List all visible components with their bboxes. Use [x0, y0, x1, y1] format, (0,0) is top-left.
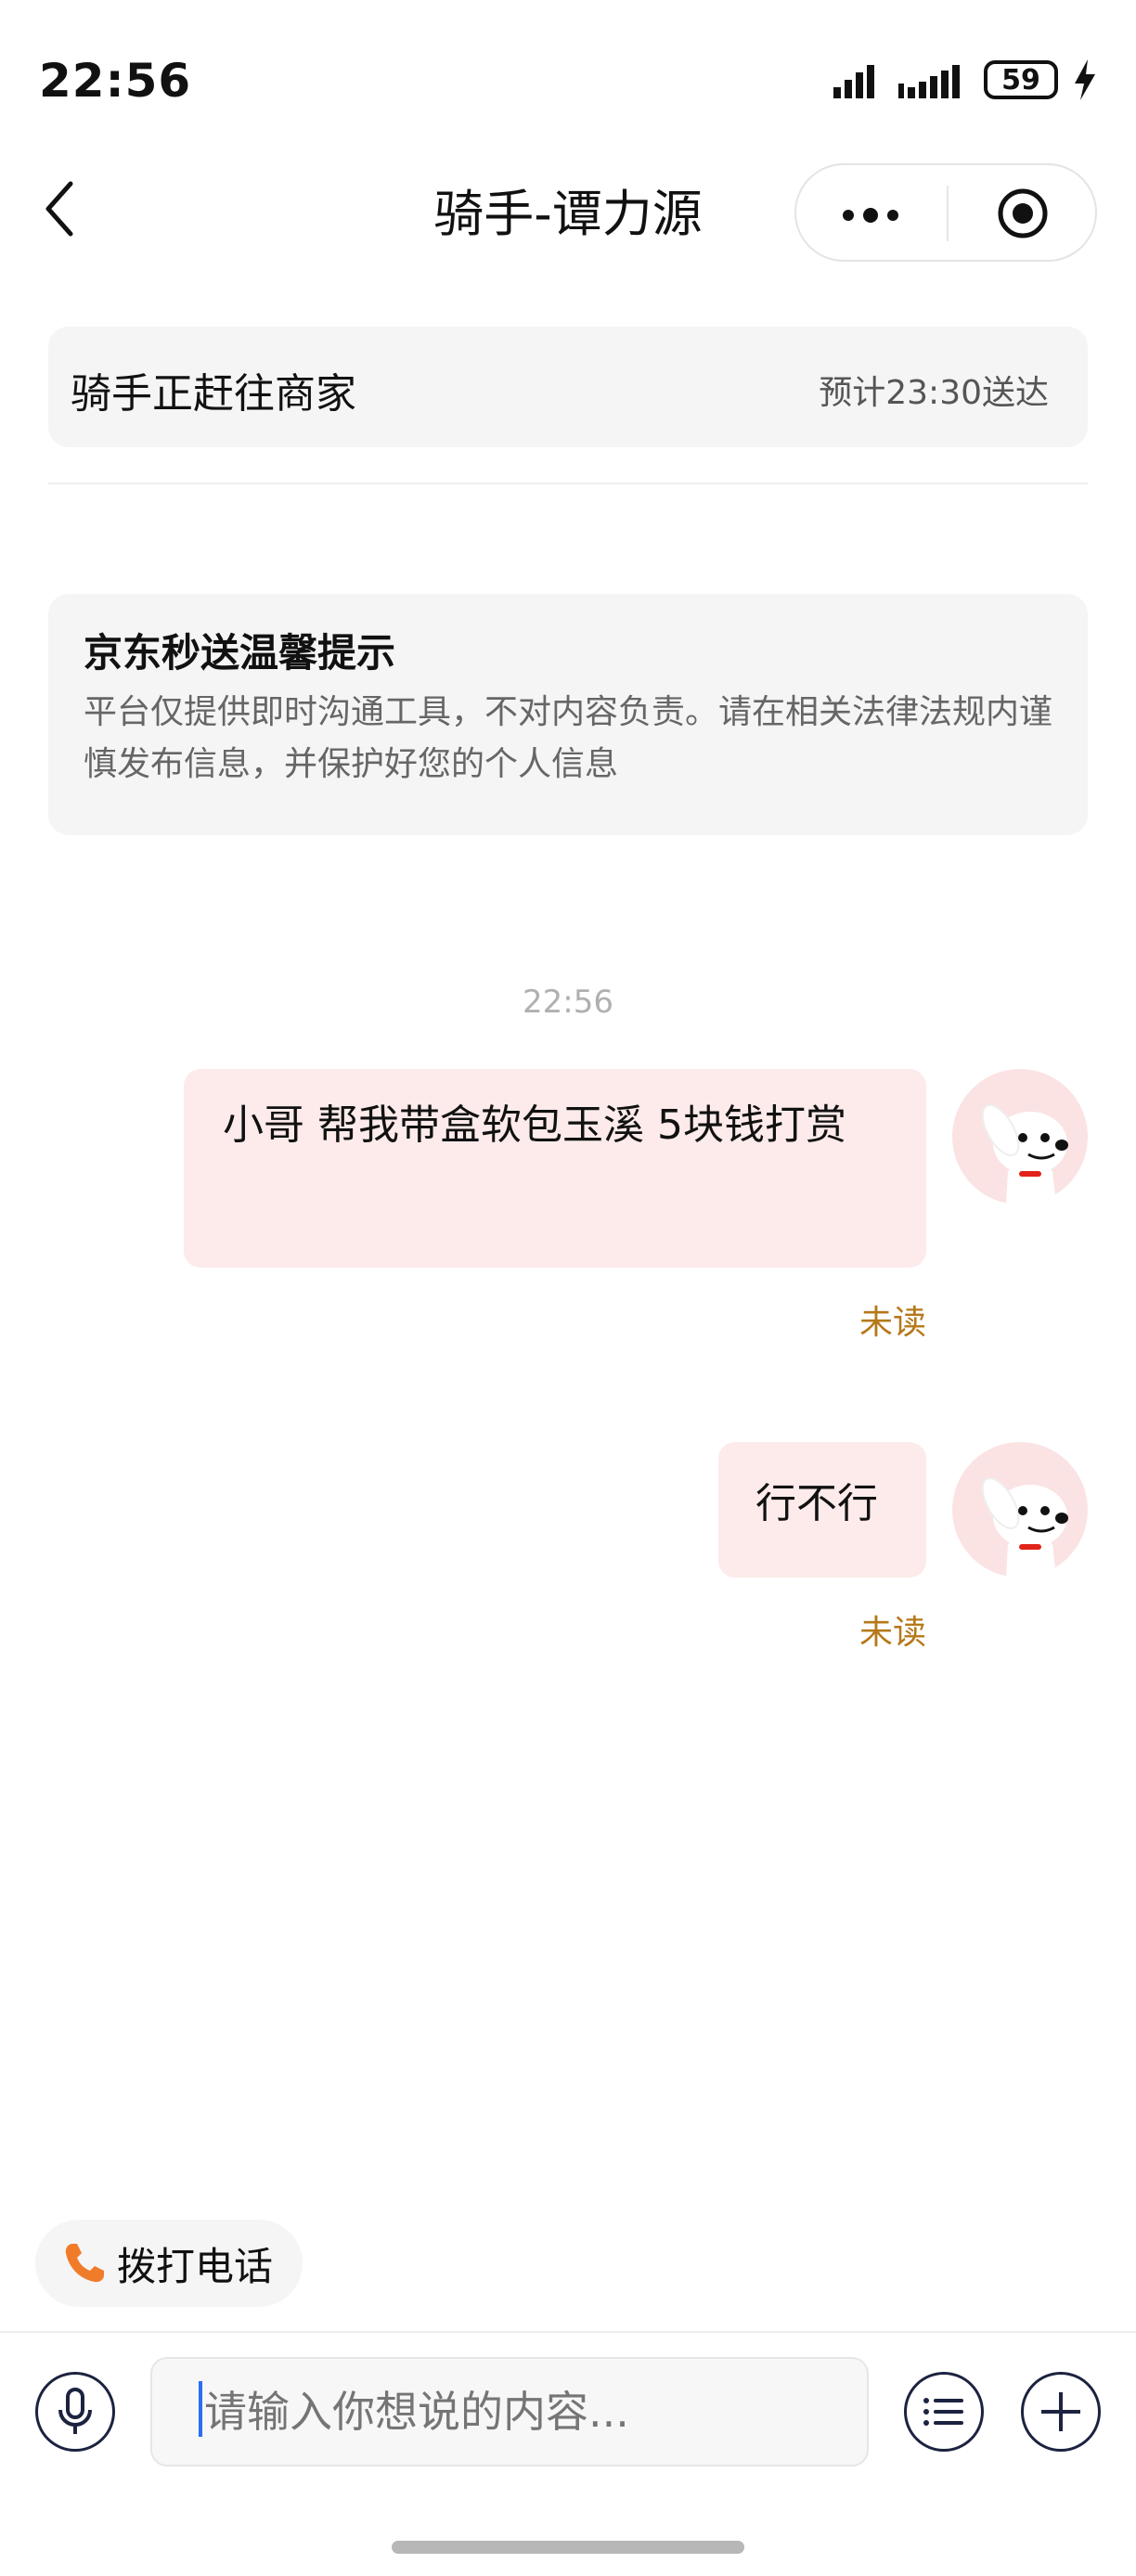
microphone-icon — [58, 2388, 92, 2434]
message-bubble[interactable]: 小哥 帮我带盒软包玉溪 5块钱打赏 — [184, 1069, 926, 1268]
mini-program-capsule — [794, 163, 1097, 262]
mascot-dog-icon — [981, 1104, 1068, 1204]
divider — [48, 483, 1088, 484]
phone-icon — [65, 2244, 104, 2283]
charging-icon — [1075, 59, 1095, 100]
unread-status: 未读 — [858, 1614, 926, 1652]
notice-card: 京东秒送温馨提示 平台仅提供即时沟通工具，不对内容负责。请在相关法律法规内谨慎发… — [48, 594, 1088, 835]
mascot-dog-icon — [981, 1477, 1068, 1578]
close-target-icon[interactable] — [997, 187, 1049, 239]
divider — [0, 2331, 1136, 2333]
home-indicator[interactable] — [392, 2541, 744, 2554]
list-icon — [923, 2398, 963, 2426]
status-icons: 59 — [833, 59, 1097, 100]
more-icon[interactable] — [843, 208, 898, 223]
rider-status: 骑手正赶往商家 — [71, 370, 356, 418]
plus-icon — [1041, 2392, 1080, 2431]
unread-status: 未读 — [858, 1304, 926, 1342]
delivery-eta: 预计23:30送达 — [819, 374, 1049, 412]
signal-icon — [898, 65, 960, 98]
message-input[interactable] — [150, 2357, 869, 2467]
capsule-divider — [947, 186, 949, 241]
add-button[interactable] — [1021, 2372, 1101, 2452]
signal-icon — [833, 65, 874, 98]
call-label: 拨打电话 — [117, 2243, 274, 2289]
avatar[interactable] — [952, 1442, 1088, 1578]
text-caret — [199, 2381, 202, 2437]
order-status-card: 骑手正赶往商家 预计23:30送达 — [48, 327, 1088, 447]
quick-phrases-button[interactable] — [904, 2372, 984, 2452]
battery-indicator: 59 — [984, 60, 1058, 99]
voice-button[interactable] — [35, 2372, 115, 2452]
notice-body: 平台仅提供即时沟通工具，不对内容负责。请在相关法律法规内谨慎发布信息，并保护好您… — [84, 693, 1053, 783]
call-phone-button[interactable]: 拨打电话 — [35, 2220, 303, 2307]
chat-timestamp: 22:56 — [523, 984, 613, 1021]
notice-title: 京东秒送温馨提示 — [84, 630, 396, 676]
status-time: 22:56 — [39, 54, 192, 108]
avatar[interactable] — [952, 1069, 1088, 1204]
message-bubble[interactable]: 行不行 — [718, 1442, 926, 1578]
